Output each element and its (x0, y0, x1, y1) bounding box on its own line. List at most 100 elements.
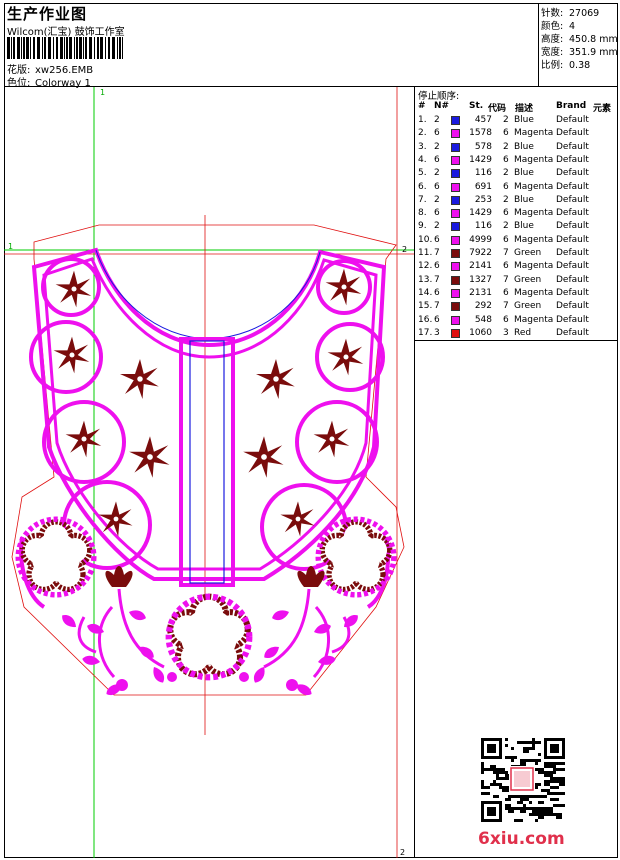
stat-colors: 颜色: 4 (541, 18, 575, 32)
row-code: 2 (503, 168, 509, 179)
header-col: N# (434, 101, 450, 111)
row-brand: Default (556, 274, 589, 285)
table-row: 1. 2 457 2 Blue Default (415, 115, 619, 128)
color-swatch (451, 209, 460, 219)
row-stitches: 2131 (469, 287, 492, 298)
row-stitches: 7922 (469, 248, 492, 258)
marker-1-top: 1 (100, 88, 105, 97)
color-swatch (451, 235, 460, 245)
row-code: 6 (503, 154, 509, 165)
row-number: 12. (418, 261, 433, 272)
stat-label: 宽度: (541, 47, 564, 58)
color-swatch (451, 195, 460, 205)
page-title: 生产作业图 (7, 5, 88, 23)
row-code: 2 (503, 194, 509, 205)
row-needle: 6 (434, 287, 440, 298)
row-number: 11. (418, 248, 433, 258)
row-stitches: 292 (474, 301, 492, 312)
color-swatch (451, 315, 460, 325)
row-stitches: 1060 (469, 327, 492, 338)
stat-value: 0.38 (569, 60, 591, 71)
row-brand: Default (556, 154, 589, 165)
row-needle: 7 (434, 274, 440, 285)
color-swatch (451, 275, 460, 285)
row-needle: 6 (434, 128, 440, 139)
row-stitches: 1327 (469, 274, 492, 285)
embroidery-design-canvas[interactable]: 1 1 2 2 (4, 87, 414, 858)
table-row: 17. 3 1060 3 Red Default (415, 328, 619, 341)
stat-width: 宽度: 351.9 mm (541, 44, 618, 58)
sequence-title: 停止顺序: (418, 91, 460, 102)
row-brand: Default (556, 261, 589, 272)
stat-height: 高度: 450.8 mm (541, 31, 618, 45)
color-swatch (451, 142, 460, 152)
row-needle: 7 (434, 301, 440, 312)
row-needle: 6 (434, 181, 440, 192)
row-description: Blue (514, 115, 534, 125)
row-description: Blue (514, 141, 534, 152)
sequence-header-row: # N# St. 代码 描述 Brand 元素 (415, 101, 619, 114)
row-description: Blue (514, 221, 534, 232)
neckline-blue (95, 249, 321, 340)
row-stitches: 548 (474, 314, 492, 325)
header-brand: Brand (556, 101, 587, 111)
row-stitches: 691 (474, 181, 492, 192)
row-description: Magenta (514, 314, 554, 325)
row-number: 1. (418, 115, 427, 125)
row-number: 15. (418, 301, 433, 312)
row-brand: Default (556, 141, 589, 152)
row-brand: Default (556, 168, 589, 179)
row-code: 2 (503, 141, 509, 152)
row-code: 6 (503, 208, 509, 219)
row-needle: 2 (434, 194, 440, 205)
row-brand: Default (556, 248, 589, 258)
qr-code-image (481, 738, 565, 822)
row-brand: Default (556, 128, 589, 139)
table-row: 12. 6 2141 6 Magenta Default (415, 261, 619, 274)
row-brand: Default (556, 115, 589, 125)
row-stitches: 1578 (469, 128, 492, 139)
table-row: 8. 6 1429 6 Magenta Default (415, 208, 619, 221)
table-row: 13. 7 1327 7 Green Default (415, 275, 619, 288)
row-brand: Default (556, 221, 589, 232)
row-number: 7. (418, 194, 427, 205)
row-number: 4. (418, 154, 427, 165)
stat-label: 颜色: (541, 21, 564, 32)
row-needle: 2 (434, 141, 440, 152)
row-description: Red (514, 327, 532, 338)
row-stitches: 253 (474, 194, 492, 205)
header-code: 代码 (488, 104, 507, 114)
row-number: 14. (418, 287, 433, 298)
placket-inner-blue (189, 340, 225, 584)
color-swatch (451, 169, 460, 179)
color-swatch (451, 328, 460, 338)
row-stitches: 4999 (469, 234, 492, 245)
row-needle: 6 (434, 314, 440, 325)
table-row: 6. 6 691 6 Magenta Default (415, 182, 619, 195)
row-description: Magenta (514, 234, 554, 245)
header-element: 元素 (593, 104, 612, 114)
table-row: 7. 2 253 2 Blue Default (415, 195, 619, 208)
stop-sequence-table: 停止顺序: # N# St. 代码 描述 Brand 元素 1. 2 457 2 Blu… (414, 87, 618, 341)
row-brand: Default (556, 208, 589, 219)
row-stitches: 116 (474, 221, 492, 232)
row-brand: Default (556, 287, 589, 298)
center-placket (179, 337, 235, 587)
row-code: 2 (503, 115, 509, 125)
row-description: Magenta (514, 181, 554, 192)
row-brand: Default (556, 181, 589, 192)
row-number: 13. (418, 274, 433, 285)
row-brand: Default (556, 327, 589, 338)
row-needle: 6 (434, 208, 440, 219)
color-swatch (451, 182, 460, 192)
stats-panel: 针数: 27069 颜色: 4 高度: 450.8 mm 宽度: 351.9 mm 比例… (539, 3, 618, 87)
color-swatch (451, 222, 460, 232)
row-description: Magenta (514, 261, 554, 272)
row-stitches: 1429 (469, 154, 492, 165)
header-info: 生产作业图 Wilcom(汇宝) 鼓饰工作室 花版: xw256.EMB 色位: C… (4, 3, 539, 89)
row-code: 6 (503, 181, 509, 192)
row-number: 10. (418, 234, 433, 245)
row-brand: Default (556, 194, 589, 205)
row-description: Magenta (514, 208, 554, 219)
header-st: St. (469, 101, 484, 111)
